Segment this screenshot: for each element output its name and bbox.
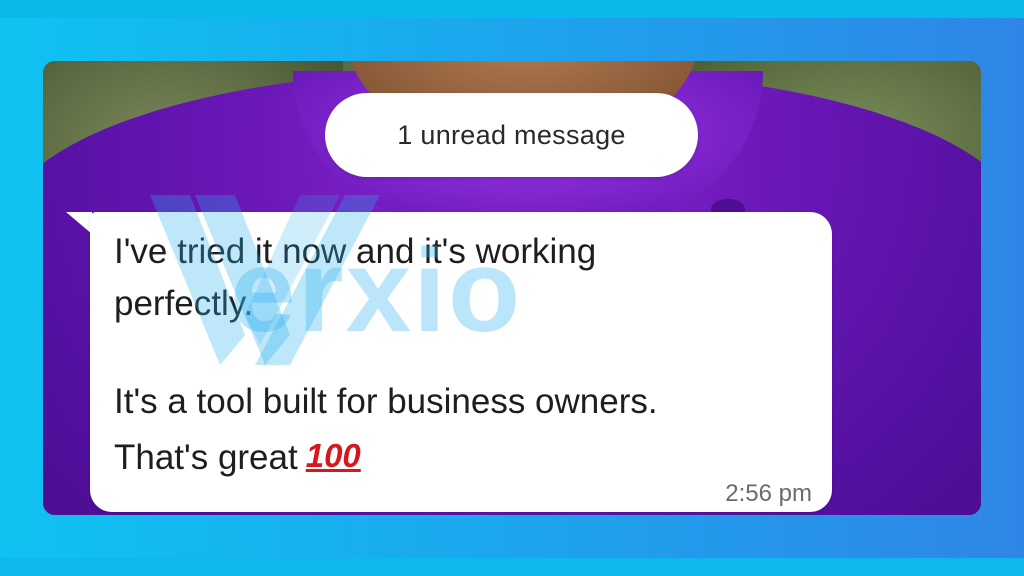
top-border-strip [0,0,1024,18]
message-timestamp: 2:56 pm [725,480,812,507]
message-line-4: That's great 100 [114,437,361,477]
bottom-border-strip [0,558,1024,576]
unread-message-indicator[interactable]: 1 unread message [325,93,698,177]
message-line-2: perfectly. [114,284,254,323]
incoming-message-bubble[interactable]: I've tried it now and it's working perfe… [90,212,832,512]
message-bubble-tail [66,212,92,234]
message-line-1: I've tried it now and it's working [114,232,597,271]
message-line-4-text: That's great [114,438,298,477]
message-line-3: It's a tool built for business owners. [114,382,658,421]
unread-message-label: 1 unread message [397,119,626,150]
hundred-points-icon: 100 [305,437,361,474]
